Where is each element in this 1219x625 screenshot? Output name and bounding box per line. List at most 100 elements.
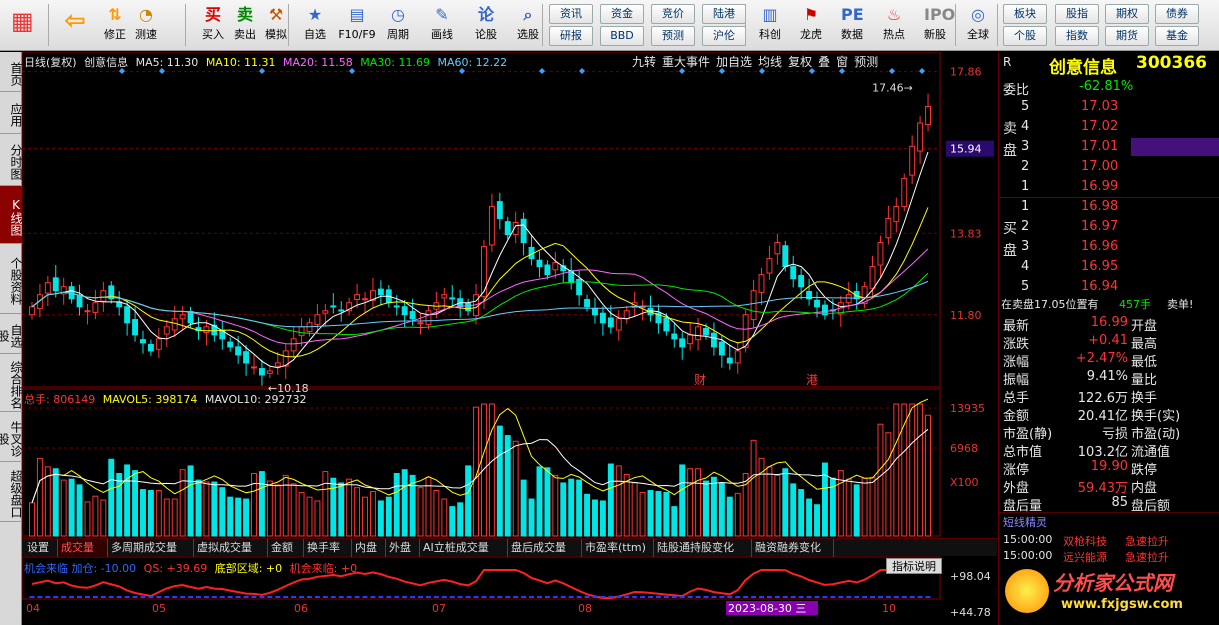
event-diamond-icon bbox=[889, 68, 895, 74]
toolbar-button-26[interactable]: ◎ 全球 bbox=[960, 2, 996, 49]
toolbar-button-25[interactable]: IPO 新股 bbox=[917, 2, 955, 49]
toolbar-button-10[interactable]: ✎ 画线 bbox=[424, 2, 460, 49]
indicator-tab[interactable]: 陆股通持股变化 bbox=[654, 539, 752, 557]
toolbar-button-11[interactable]: 论论股 bbox=[468, 2, 504, 49]
indicator-base-bar bbox=[251, 596, 257, 598]
toolbar-陆港-button[interactable]: 陆港 bbox=[702, 4, 746, 24]
toolbar-button-9[interactable]: ◷ 周期 bbox=[380, 2, 416, 49]
toolbar-button-23[interactable]: PE 数据 bbox=[834, 2, 870, 49]
indicator-tab[interactable]: 虚拟成交量 bbox=[194, 539, 268, 557]
candle-body bbox=[750, 290, 757, 321]
toolbar-沪伦-button[interactable]: 沪伦 bbox=[702, 26, 746, 46]
indicator-tab[interactable]: 外盘 bbox=[386, 539, 420, 557]
toolbar-separator bbox=[288, 4, 289, 46]
volume-bar bbox=[219, 487, 226, 537]
left-tab-8[interactable]: 超级盘口 bbox=[0, 462, 23, 522]
volume-bar bbox=[171, 498, 178, 537]
indicator-tab[interactable]: AI立桩成交量 bbox=[420, 539, 508, 557]
candle-body bbox=[187, 311, 194, 324]
indicator-tab[interactable]: 多周期成交量 bbox=[108, 539, 194, 557]
indicator-tab[interactable]: 盘后成交量 bbox=[508, 539, 582, 557]
candle-body bbox=[798, 274, 805, 288]
volume-bar bbox=[703, 480, 709, 537]
stat-row: 最新 16.99 开盘 bbox=[999, 314, 1219, 334]
chart-tool-button[interactable]: 均线 bbox=[758, 55, 782, 69]
stat-value: 19.90 bbox=[1090, 459, 1128, 474]
volume-bar bbox=[449, 506, 456, 537]
stat-row: 振幅 9.41% 量比 bbox=[999, 368, 1219, 388]
toolbar-separator bbox=[185, 4, 186, 46]
indicator-base-bar bbox=[766, 596, 772, 598]
toolbar-板块-button[interactable]: 板块 bbox=[1003, 4, 1047, 24]
ma30-label: MA30: 11.69 bbox=[360, 56, 430, 69]
left-tab-4[interactable]: 个股资料 bbox=[0, 244, 23, 314]
toolbar-button-0[interactable]: ▦ bbox=[4, 2, 40, 49]
left-tab-5[interactable]: 自选股 bbox=[0, 314, 23, 354]
indicator-base-bar bbox=[69, 596, 75, 598]
toolbar-竞价-button[interactable]: 竞价 bbox=[651, 4, 695, 24]
left-tab-6[interactable]: 综合排名 bbox=[0, 354, 23, 412]
indicator-base-bar bbox=[362, 596, 368, 598]
toolbar-期货-button[interactable]: 期货 bbox=[1105, 26, 1149, 46]
toolbar-个股-button[interactable]: 个股 bbox=[1003, 26, 1047, 46]
toolbar-button-21[interactable]: ▥ 科创 bbox=[752, 2, 788, 49]
chart-tool-button[interactable]: 叠 bbox=[818, 55, 830, 69]
toolbar-基金-button[interactable]: 基金 bbox=[1155, 26, 1199, 46]
candle-body bbox=[179, 314, 186, 320]
toolbar-债券-button[interactable]: 债券 bbox=[1155, 4, 1199, 24]
volume-bar bbox=[203, 481, 210, 537]
volume-header: 总手: 806149 MAVOL5: 398174 MAVOL10: 29273… bbox=[24, 391, 306, 407]
volume-bar bbox=[695, 468, 702, 537]
toolbar-button-12[interactable]: ⌕ 选股 bbox=[510, 2, 546, 49]
indicator-base-bar bbox=[132, 596, 138, 598]
chart-tool-button[interactable]: 加自选 bbox=[716, 55, 752, 69]
candle-body bbox=[671, 333, 678, 340]
volume-bar bbox=[853, 484, 860, 537]
left-tab-7[interactable]: 牛叉诊股 bbox=[0, 412, 23, 462]
chart-tool-button[interactable]: 复权 bbox=[788, 55, 812, 69]
left-tab-3[interactable]: K线图 bbox=[0, 186, 23, 244]
indicator-explain-button[interactable]: 指标说明 bbox=[886, 558, 942, 574]
toolbar-button-3[interactable]: ◔ 测速 bbox=[128, 2, 164, 49]
chart-tool-button[interactable]: 预测 bbox=[854, 55, 878, 69]
indicator-tab[interactable]: 金额 bbox=[268, 539, 304, 557]
indicator-base-bar bbox=[671, 596, 677, 598]
left-tab-2[interactable]: 分时图 bbox=[0, 134, 23, 186]
toolbar-研报-button[interactable]: 研报 bbox=[549, 26, 593, 46]
toolbar-button-1[interactable]: ⇦ bbox=[57, 2, 93, 49]
volume-bar bbox=[330, 477, 337, 537]
indicator-tab[interactable]: 市盈率(ttm) bbox=[582, 539, 654, 557]
toolbar-预测-button[interactable]: 预测 bbox=[651, 26, 695, 46]
indicator-tab[interactable]: 融资融券变化 bbox=[752, 539, 834, 557]
toolbar-指数-button[interactable]: 指数 bbox=[1055, 26, 1099, 46]
volume-bar bbox=[393, 472, 400, 537]
toolbar-button-8[interactable]: ▤ F10/F9 bbox=[335, 2, 379, 49]
indicator-base-bar bbox=[822, 596, 828, 598]
indicator-tab[interactable]: 内盘 bbox=[352, 539, 386, 557]
toolbar-资金-button[interactable]: 资金 bbox=[600, 4, 644, 24]
toolbar-BBD-button[interactable]: BBD bbox=[600, 26, 644, 46]
left-tab-1[interactable]: 应用 bbox=[0, 92, 23, 134]
indicator-tab[interactable]: 换手率 bbox=[304, 539, 352, 557]
vol-total: 总手: 806149 bbox=[24, 393, 96, 406]
toolbar-button-7[interactable]: ★ 自选 bbox=[297, 2, 333, 49]
candle-body bbox=[774, 242, 781, 255]
volume-bar bbox=[52, 468, 59, 537]
chart-tool-button[interactable]: 窗 bbox=[836, 55, 848, 69]
toolbar-资讯-button[interactable]: 资讯 bbox=[549, 4, 593, 24]
toolbar-期权-button[interactable]: 期权 bbox=[1105, 4, 1149, 24]
elf-event: 急速拉升 bbox=[1125, 551, 1169, 564]
kline-chart-panel[interactable]: 17.86 15.94 13.83 11.80 17.46→ ←10.18 财港 13935 6… bbox=[22, 52, 997, 625]
chart-tool-button[interactable]: 重大事件 bbox=[662, 55, 710, 69]
toolbar-button-4[interactable]: 买买入 bbox=[195, 2, 231, 49]
indicator-tab[interactable]: 成交量 bbox=[58, 539, 108, 557]
indicator-tab[interactable]: 设置 bbox=[24, 539, 58, 557]
ind-dibu: 底部区域: +0 bbox=[214, 562, 283, 575]
toolbar-button-22[interactable]: ⚑ 龙虎 bbox=[793, 2, 829, 49]
toolbar-股指-button[interactable]: 股指 bbox=[1055, 4, 1099, 24]
toolbar-button-24[interactable]: ♨ 热点 bbox=[876, 2, 912, 49]
candle-body bbox=[227, 341, 234, 348]
notice-tail: 卖单! bbox=[1167, 298, 1194, 311]
chart-tool-button[interactable]: 九转 bbox=[632, 55, 656, 69]
left-tab-0[interactable]: 首页 bbox=[0, 52, 23, 92]
